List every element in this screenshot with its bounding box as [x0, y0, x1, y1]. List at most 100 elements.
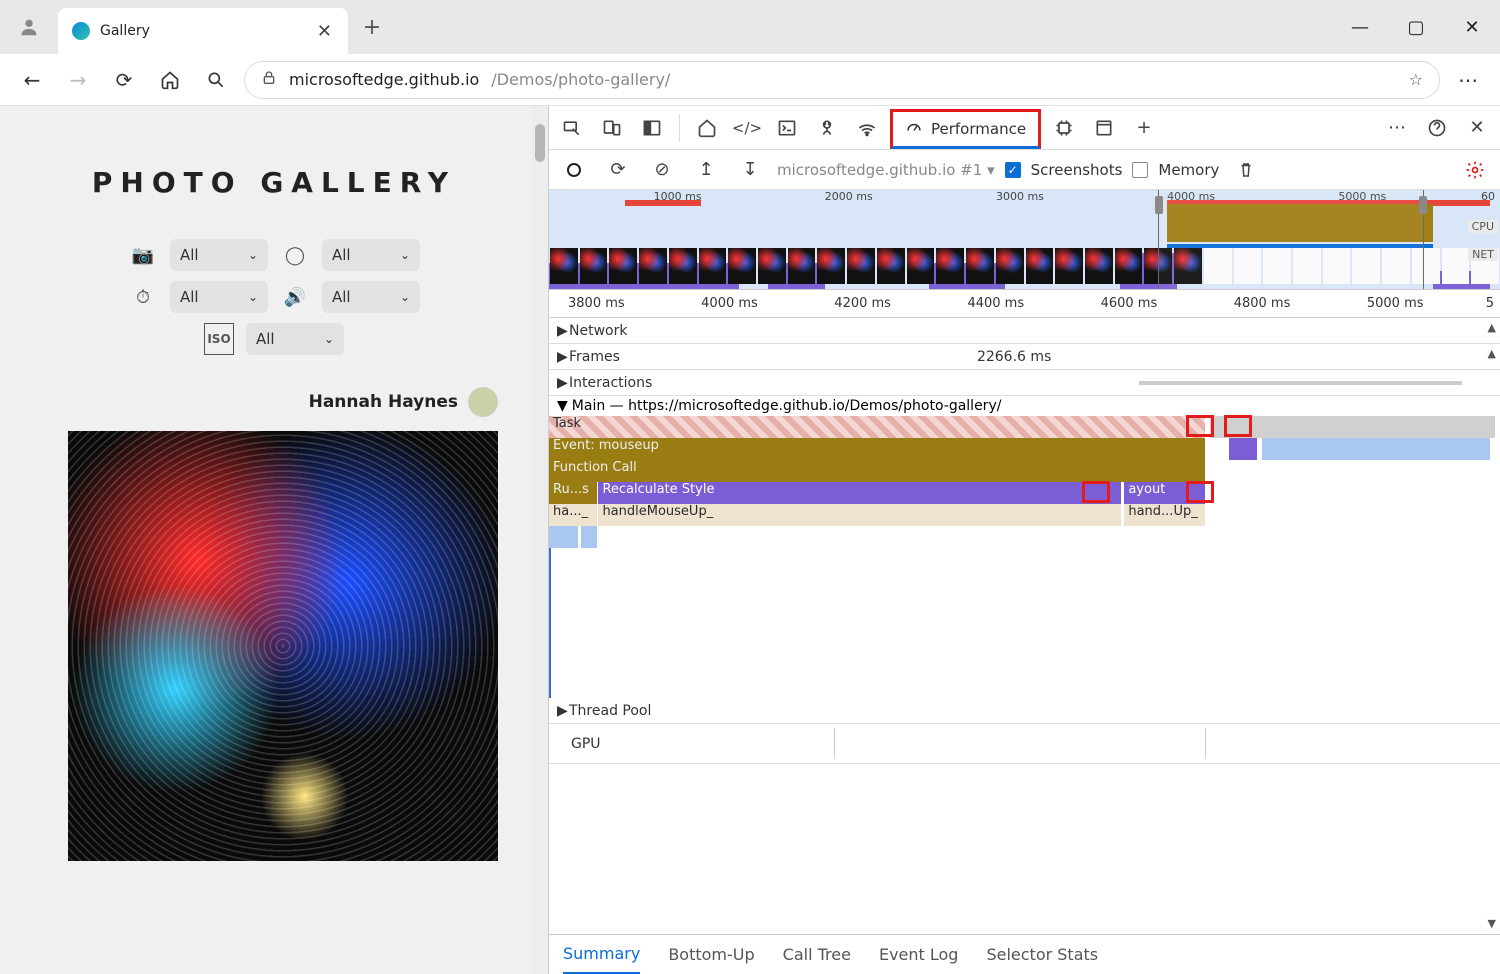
avatar [468, 387, 498, 417]
track-network[interactable]: ▶ Network ▲ [549, 318, 1500, 344]
flame-handle-row[interactable]: ha..._ handleMouseUp_ hand...Up_ [549, 504, 1500, 526]
browser-tab[interactable]: Gallery ✕ [58, 8, 348, 54]
close-devtools-icon[interactable]: ✕ [1460, 111, 1494, 145]
flame-task[interactable]: Task [549, 416, 1205, 438]
author-row: Hannah Haynes [0, 365, 548, 431]
minimize-button[interactable]: — [1332, 0, 1388, 54]
flame-lblue1[interactable] [1262, 438, 1490, 460]
shutter-icon: ⏱ [128, 281, 158, 313]
tab-performance-label: Performance [931, 120, 1026, 138]
url-path: /Demos/photo-gallery/ [491, 70, 670, 89]
back-button[interactable]: ← [14, 62, 50, 98]
tab-console[interactable] [770, 111, 804, 145]
shutter-filter[interactable]: All⌄ [170, 281, 268, 313]
flame-leaf1[interactable] [549, 526, 578, 548]
overview-selection[interactable] [1158, 190, 1424, 289]
memory-checkbox[interactable] [1132, 162, 1148, 178]
search-button[interactable] [198, 62, 234, 98]
flame-event-row[interactable]: Event: mouseup [549, 438, 1500, 460]
dock-icon[interactable] [635, 111, 669, 145]
author-name: Hannah Haynes [309, 392, 458, 412]
aperture-filter[interactable]: All⌄ [322, 239, 420, 271]
maximize-button[interactable]: ▢ [1388, 0, 1444, 54]
tab-event-log[interactable]: Event Log [879, 945, 959, 964]
net-label: NET [1468, 248, 1498, 261]
upload-button[interactable]: ↥ [689, 153, 723, 187]
iso-filter[interactable]: All⌄ [246, 323, 344, 355]
flame-purple1[interactable] [1229, 438, 1258, 460]
focal-filter[interactable]: All⌄ [322, 281, 420, 313]
redbox-2 [1224, 415, 1252, 437]
overview-timeline[interactable]: 1000 ms 2000 ms 3000 ms 4000 ms 5000 ms … [549, 190, 1500, 290]
flame-event[interactable]: Event: mouseup [549, 438, 1205, 460]
flame-task2[interactable] [1210, 416, 1495, 438]
more-tabs-button[interactable]: + [1127, 111, 1161, 145]
flame-leaf-row[interactable] [549, 526, 1500, 548]
expand-icon[interactable]: ▶ [557, 349, 569, 365]
flame-fcall-row[interactable]: Function Call [549, 460, 1500, 482]
page-scrollbar[interactable] [532, 106, 548, 974]
new-tab-button[interactable]: + [348, 0, 396, 54]
page-context[interactable]: microsoftedge.github.io #1 ▾ [777, 161, 995, 179]
overview-handle-right[interactable] [1419, 196, 1427, 214]
garbage-collect-icon[interactable] [1229, 153, 1263, 187]
tab-selector-stats[interactable]: Selector Stats [986, 945, 1098, 964]
tab-memory[interactable] [1047, 111, 1081, 145]
record-button[interactable] [557, 153, 591, 187]
track-main[interactable]: ▼ Main — https://microsoftedge.github.io… [549, 396, 1500, 698]
tab-elements[interactable]: </> [730, 111, 764, 145]
tab-close-icon[interactable]: ✕ [317, 21, 332, 42]
expand-icon[interactable]: ▶ [557, 375, 569, 391]
redbox-1 [1186, 415, 1214, 437]
ruler[interactable]: 3800 ms 4000 ms 4200 ms 4400 ms 4600 ms … [549, 290, 1500, 318]
address-bar[interactable]: microsoftedge.github.io/Demos/photo-gall… [244, 61, 1440, 99]
lock-icon [261, 70, 277, 90]
camera-filter[interactable]: All⌄ [170, 239, 268, 271]
tab-bottom-up[interactable]: Bottom-Up [668, 945, 754, 964]
flame-leaf2[interactable] [581, 526, 596, 548]
inspect-icon[interactable] [555, 111, 589, 145]
devtools-more-icon[interactable]: ⋯ [1380, 111, 1414, 145]
tab-performance[interactable]: Performance [890, 109, 1041, 149]
track-frames[interactable]: ▶ Frames 2266.6 ms ▲ [549, 344, 1500, 370]
forward-button[interactable]: → [60, 62, 96, 98]
flame-ha[interactable]: ha..._ [549, 504, 597, 526]
track-threadpool[interactable]: ▶ Thread Pool [549, 698, 1500, 724]
flame-rus[interactable]: Ru...s [549, 482, 597, 504]
page-title: PHOTO GALLERY [36, 166, 512, 199]
home-button[interactable] [152, 62, 188, 98]
expand-icon[interactable]: ▶ [557, 703, 569, 719]
reload-record-button[interactable]: ⟳ [601, 153, 635, 187]
track-gpu[interactable]: GPU [549, 724, 1500, 764]
close-window-button[interactable]: ✕ [1444, 0, 1500, 54]
collapse-icon[interactable]: ▼ [557, 398, 568, 414]
perf-settings-icon[interactable] [1458, 153, 1492, 187]
expand-icon[interactable]: ▶ [557, 323, 569, 339]
flame-recalc-row[interactable]: Ru...s Recalculate Style ayout [549, 482, 1500, 504]
tab-welcome[interactable] [690, 111, 724, 145]
device-icon[interactable] [595, 111, 629, 145]
devtools-tabstrip: </> Performance + ⋯ ✕ [549, 106, 1500, 150]
flame-hmu[interactable]: handleMouseUp_ [598, 504, 1121, 526]
menu-button[interactable]: ⋯ [1450, 62, 1486, 98]
tab-application[interactable] [1087, 111, 1121, 145]
flame-recalc[interactable]: Recalculate Style [598, 482, 1121, 504]
reload-button[interactable]: ⟳ [106, 62, 142, 98]
screenshots-label: Screenshots [1031, 161, 1123, 179]
flame-task-row[interactable]: Task [549, 416, 1500, 438]
tab-call-tree[interactable]: Call Tree [783, 945, 851, 964]
overview-handle-left[interactable] [1155, 196, 1163, 214]
download-button[interactable]: ↧ [733, 153, 767, 187]
favorite-icon[interactable]: ☆ [1409, 70, 1423, 89]
flame-fcall[interactable]: Function Call [549, 460, 1205, 482]
tab-sources[interactable] [810, 111, 844, 145]
redbox-4 [1186, 481, 1214, 503]
flame-hup[interactable]: hand...Up_ [1124, 504, 1205, 526]
track-interactions[interactable]: ▶ Interactions [549, 370, 1500, 396]
profile-icon[interactable] [0, 0, 58, 54]
screenshots-checkbox[interactable]: ✓ [1005, 162, 1021, 178]
clear-button[interactable]: ⊘ [645, 153, 679, 187]
tab-network[interactable] [850, 111, 884, 145]
help-icon[interactable] [1420, 111, 1454, 145]
tab-summary[interactable]: Summary [563, 935, 640, 974]
